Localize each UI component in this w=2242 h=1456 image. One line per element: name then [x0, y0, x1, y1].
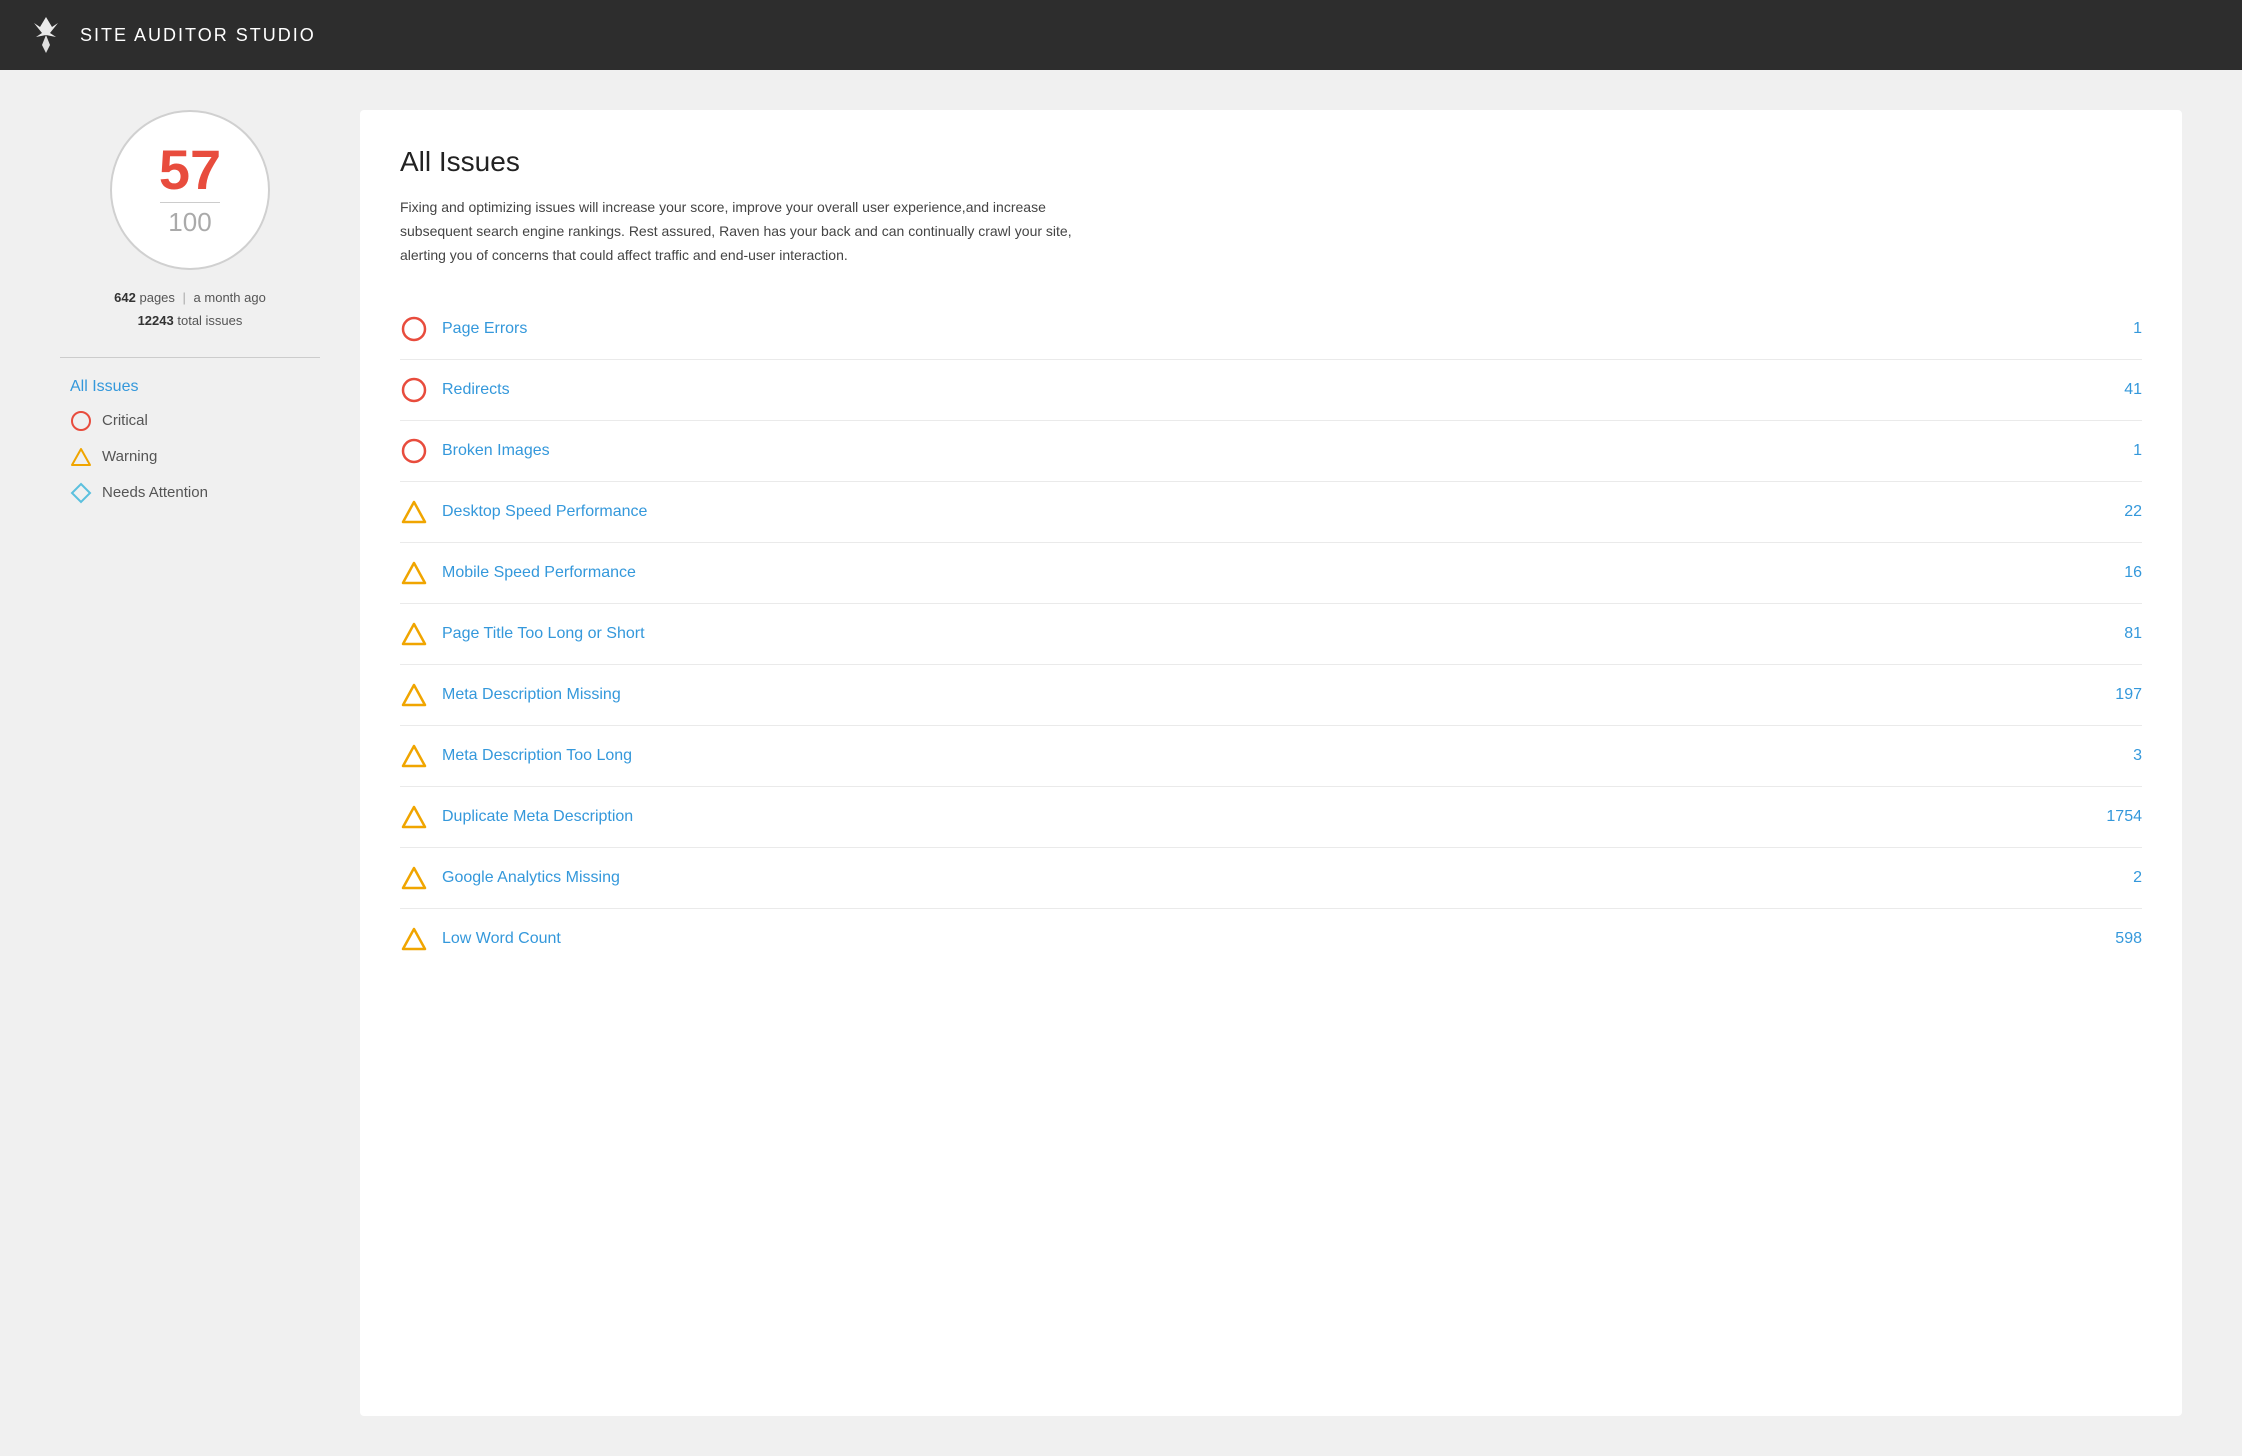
issue-row-broken-images[interactable]: Broken Images 1 [400, 421, 2142, 482]
warning-icon-duplicate-meta [400, 803, 428, 831]
raven-logo-icon [24, 13, 68, 57]
issue-count-page-title: 81 [2092, 625, 2142, 643]
critical-label: Critical [102, 412, 148, 429]
issue-count-desktop-speed: 22 [2092, 503, 2142, 521]
issue-row-low-word-count[interactable]: Low Word Count 598 [400, 909, 2142, 969]
issue-label-mobile-speed: Mobile Speed Performance [442, 564, 2078, 582]
issue-label-broken-images: Broken Images [442, 442, 2078, 460]
warning-label: Warning [102, 448, 157, 465]
score-circle-container: 57 100 [110, 110, 270, 270]
issue-row-redirects[interactable]: Redirects 41 [400, 360, 2142, 421]
score-meta: 642 pages | a month ago 12243 total issu… [114, 286, 266, 333]
total-issues-label: total issues [177, 313, 242, 328]
app-header: SITE AUDITOR STUDIO [0, 0, 2242, 70]
issue-count-broken-images: 1 [2092, 442, 2142, 460]
issue-count-low-word-count: 598 [2092, 930, 2142, 948]
separator: | [183, 290, 186, 305]
warning-icon-page-title [400, 620, 428, 648]
warning-icon-mobile-speed [400, 559, 428, 587]
sidebar-divider [60, 357, 320, 358]
issue-label-duplicate-meta: Duplicate Meta Description [442, 808, 2078, 826]
time-ago: a month ago [194, 290, 266, 305]
issue-row-google-analytics[interactable]: Google Analytics Missing 2 [400, 848, 2142, 909]
issue-row-page-title[interactable]: Page Title Too Long or Short 81 [400, 604, 2142, 665]
issue-row-duplicate-meta[interactable]: Duplicate Meta Description 1754 [400, 787, 2142, 848]
issue-count-page-errors: 1 [2092, 320, 2142, 338]
warning-icon-meta-desc-missing [400, 681, 428, 709]
issue-list: Page Errors 1 Redirects 41 Broken Images… [400, 299, 2142, 969]
sidebar-nav: All Issues Critical Warning [60, 378, 320, 504]
content-description: Fixing and optimizing issues will increa… [400, 196, 1120, 267]
sidebar-item-all-issues[interactable]: All Issues [70, 378, 320, 396]
logo-area: SITE AUDITOR STUDIO [24, 13, 316, 57]
issue-label-meta-desc-missing: Meta Description Missing [442, 686, 2078, 704]
app-title: SITE AUDITOR STUDIO [80, 25, 316, 46]
main-content: All Issues Fixing and optimizing issues … [360, 110, 2182, 1416]
critical-icon-page-errors [400, 315, 428, 343]
total-issues-count: 12243 [138, 313, 174, 328]
issue-row-page-errors[interactable]: Page Errors 1 [400, 299, 2142, 360]
sidebar-item-critical[interactable]: Critical [70, 410, 320, 432]
score-divider [160, 202, 220, 203]
issue-count-mobile-speed: 16 [2092, 564, 2142, 582]
issue-count-google-analytics: 2 [2092, 869, 2142, 887]
score-max: 100 [168, 207, 211, 238]
page-title: All Issues [400, 146, 2142, 178]
issue-label-low-word-count: Low Word Count [442, 930, 2078, 948]
issue-row-meta-desc-long[interactable]: Meta Description Too Long 3 [400, 726, 2142, 787]
issue-row-desktop-speed[interactable]: Desktop Speed Performance 22 [400, 482, 2142, 543]
issue-label-redirects: Redirects [442, 381, 2078, 399]
issue-count-meta-desc-long: 3 [2092, 747, 2142, 765]
issue-count-redirects: 41 [2092, 381, 2142, 399]
sidebar-item-needs-attention[interactable]: Needs Attention [70, 482, 320, 504]
critical-circle-icon [70, 410, 92, 432]
all-issues-label: All Issues [70, 378, 138, 396]
issue-count-meta-desc-missing: 197 [2092, 686, 2142, 704]
sidebar: 57 100 642 pages | a month ago 12243 tot… [60, 110, 320, 1416]
issue-label-meta-desc-long: Meta Description Too Long [442, 747, 2078, 765]
issue-row-mobile-speed[interactable]: Mobile Speed Performance 16 [400, 543, 2142, 604]
needs-attention-label: Needs Attention [102, 484, 208, 501]
warning-triangle-icon [70, 446, 92, 468]
issue-label-page-errors: Page Errors [442, 320, 2078, 338]
warning-icon-google-analytics [400, 864, 428, 892]
critical-icon-redirects [400, 376, 428, 404]
pages-label: pages [139, 290, 174, 305]
issue-row-meta-desc-missing[interactable]: Meta Description Missing 197 [400, 665, 2142, 726]
main-wrapper: 57 100 642 pages | a month ago 12243 tot… [0, 70, 2242, 1456]
issue-count-duplicate-meta: 1754 [2092, 808, 2142, 826]
issue-label-page-title: Page Title Too Long or Short [442, 625, 2078, 643]
score-circle: 57 100 [110, 110, 270, 270]
warning-icon-desktop-speed [400, 498, 428, 526]
score-value: 57 [159, 142, 221, 198]
warning-icon-meta-desc-long [400, 742, 428, 770]
sidebar-item-warning[interactable]: Warning [70, 446, 320, 468]
critical-icon-broken-images [400, 437, 428, 465]
needs-attention-diamond-icon [70, 482, 92, 504]
issue-label-google-analytics: Google Analytics Missing [442, 869, 2078, 887]
warning-icon-low-word-count [400, 925, 428, 953]
pages-count: 642 [114, 290, 136, 305]
issue-label-desktop-speed: Desktop Speed Performance [442, 503, 2078, 521]
